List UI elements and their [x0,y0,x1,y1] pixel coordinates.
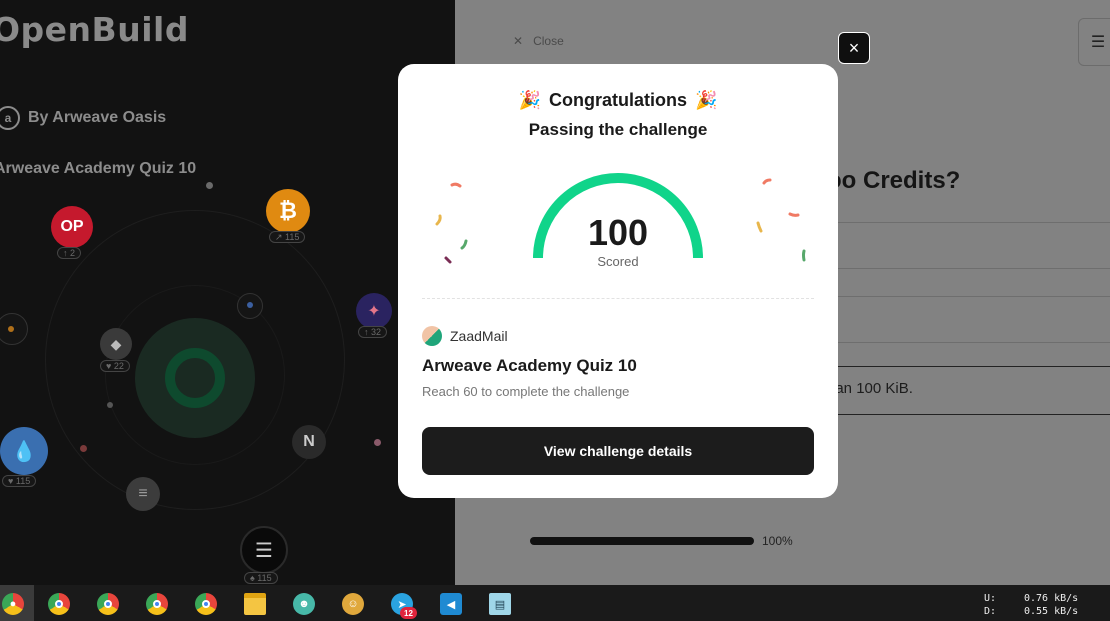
score-value: 100 [587,212,649,253]
modal-subtitle: Passing the challenge [528,120,708,139]
progress-label: 100% [762,534,793,548]
option-divider [827,342,1110,343]
party-popper-icon: 🎉 [518,90,541,110]
chrome-icon[interactable]: ● [2,593,24,615]
starknet-coin-icon: ✦ [356,293,392,329]
author-row: ZaadMail [422,326,508,346]
orbit-dot [374,439,381,446]
file-explorer-icon[interactable] [244,593,266,615]
app-icon[interactable]: ☺ [342,593,364,615]
upload-value: 0.76 kB/s [1024,593,1079,604]
ethereum-badge: ♥ 22 [100,360,130,372]
op-badge: ↑ 2 [57,247,82,259]
openbuild-center-logo [135,318,255,438]
network-speed: U: 0.76 kB/s D: 0.55 kB/s [984,592,1078,618]
orbit-dot [247,302,253,308]
option-divider [827,296,1110,297]
sui-badge: ♥ 115 [2,475,37,487]
progress-bar [530,537,754,545]
answer-option[interactable]: han 100 KiB. [827,380,913,397]
close-icon: × [848,37,860,58]
download-label: D: [984,606,997,617]
byline: a By Arweave Oasis [0,106,166,130]
left-panel: OpenBuild a By Arweave Oasis Arweave Aca… [0,0,455,585]
option-divider [827,414,1110,415]
list-icon: ☰ [1090,34,1106,51]
option-divider [827,366,1110,367]
option-divider [827,268,1110,269]
aptos-coin-icon: ☰ [240,526,288,574]
solana-coin-icon: ≡ [126,477,160,511]
challenge-description: Reach 60 to complete the challenge [422,384,630,399]
score-label: Scored [597,254,639,269]
chrome-icon[interactable] [195,593,217,615]
ethereum-coin-icon: ◆ [100,328,132,360]
challenge-title: Arweave Academy Quiz 10 [422,356,637,375]
close-link[interactable]: ✕ Close [513,34,564,48]
congrats-heading: 🎉 Congratulations 🎉 [398,90,838,111]
brand-logo: OpenBuild [0,10,189,49]
close-label: Close [533,34,564,48]
sui-coin-icon: 💧 [0,427,48,475]
telegram-badge: 12 [400,607,417,619]
screen: OpenBuild a By Arweave Oasis Arweave Aca… [0,0,1110,621]
orbit-dot [8,326,14,332]
chrome-icon[interactable] [48,593,70,615]
close-icon: ✕ [513,34,524,48]
vscode-icon[interactable]: ◀ [440,593,462,615]
congrats-text: Congratulations [549,90,687,110]
op-coin-icon: OP [51,206,93,248]
notepad-icon[interactable]: ▤ [489,593,511,615]
orbit-dot [107,402,113,408]
orbit-dot [206,182,213,189]
option-divider [827,222,1110,223]
aptos-badge: ♠ 115 [244,572,278,584]
view-challenge-details-button[interactable]: View challenge details [422,427,814,475]
chrome-icon[interactable] [146,593,168,615]
taskbar: ● ☻ ☺ ➤ 12 ◀ ▤ [0,585,1110,621]
near-coin-icon: N [292,425,326,459]
arweave-icon: a [0,106,20,130]
author-name: ZaadMail [450,328,508,344]
download-value: 0.55 kB/s [1024,606,1079,617]
upload-label: U: [984,593,997,604]
list-menu-button[interactable]: ☰ [1078,18,1110,66]
modal-close-button[interactable]: × [838,32,870,64]
orbit-dot [80,445,87,452]
chrome-icon[interactable] [97,593,119,615]
question-text: oo Credits? [827,167,961,194]
bitcoin-coin-icon: ₿ [266,189,310,233]
starknet-badge: ↑ 32 [358,326,388,338]
quiz-name: Arweave Academy Quiz 10 [0,160,197,177]
byline-text: By Arweave Oasis [28,109,167,126]
avatar [422,326,442,346]
app-icon[interactable]: ☻ [293,593,315,615]
orbit-dot [0,313,28,345]
congrats-modal: 🎉 Congratulations 🎉 Passing the challeng… [398,64,838,498]
bitcoin-badge: ↗ 115 [269,231,306,243]
party-popper-icon: 🎉 [695,90,718,110]
modal-divider [422,298,814,299]
